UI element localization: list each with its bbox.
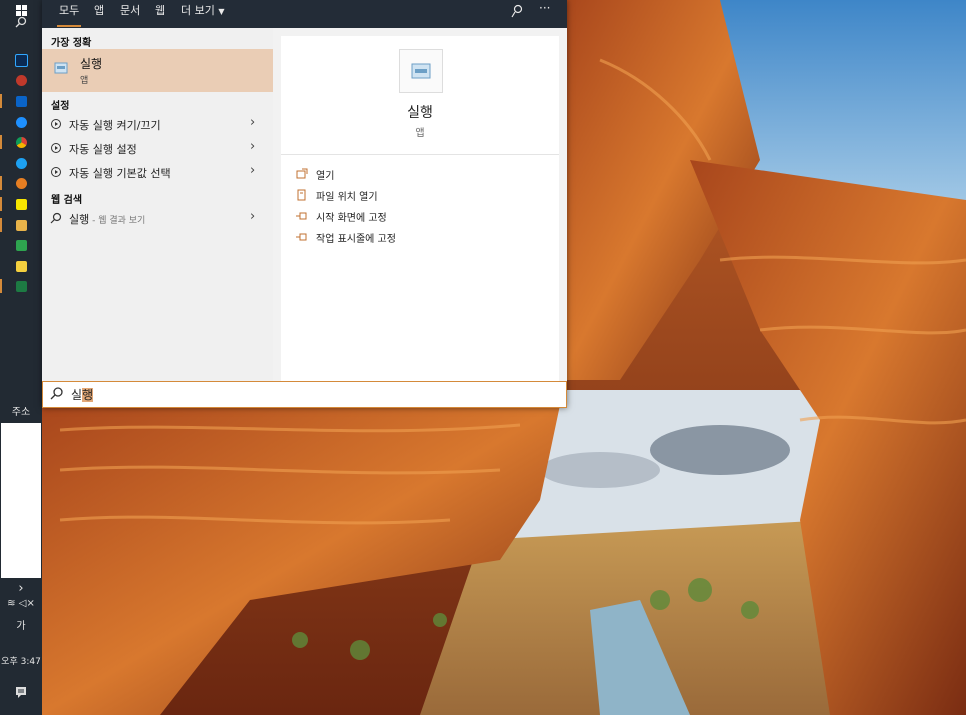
settings-item-autoplay-defaults[interactable]: 자동 실행 기본값 선택 › [42,162,273,184]
chevron-right-icon: › [250,115,256,130]
sticky-notes-icon [15,260,27,272]
divider [281,154,559,155]
autoplay-icon [51,167,61,177]
wifi-icon: ≋ [7,598,16,609]
ime-indicator[interactable]: 가 [0,617,42,632]
tab-more-label: 더 보기 [181,4,215,17]
taskbar-app-kakaotalk[interactable] [0,194,42,214]
folder-icon [15,219,27,231]
twitter-icon [15,157,27,169]
search-icon [15,16,27,28]
web-search-item[interactable]: 실행 - 웹 결과 보기 › [42,208,273,230]
settings-item-label: 자동 실행 설정 [69,143,137,156]
settings-item-label: 자동 실행 켜기/끄기 [69,119,161,132]
chrome-icon [15,136,27,148]
search-typed-text: 실 [71,388,83,402]
search-menu: 모두 앱 문서 웹 더 보기 ▼ ··· 가장 정확 실행 앱 설정 자동 실행… [42,0,567,408]
photoshop-icon [14,53,28,67]
file-location-icon [297,189,306,201]
autoplay-icon [51,119,61,129]
address-toolbar-label: 주소 [11,407,31,418]
search-input[interactable]: 실행 [71,386,94,403]
hwp-icon [15,239,27,251]
taskbar-app-photoshop[interactable] [0,50,42,70]
best-match-subtitle: 앱 [80,76,89,86]
chevron-right-icon: › [250,163,256,178]
internet-explorer-icon [15,116,27,128]
open-icon [296,168,308,179]
web-search-suffix: - 웹 결과 보기 [89,216,146,226]
settings-item-autoplay-settings[interactable]: 자동 실행 설정 › [42,138,273,160]
taskbar-app-explorer[interactable] [0,215,42,235]
search-tabs: 모두 앱 문서 웹 더 보기 ▼ ··· [42,0,567,28]
more-icon[interactable]: ··· [539,1,550,15]
action-label: 시작 화면에 고정 [316,213,387,224]
web-search-query: 실행 [69,213,90,226]
tab-documents[interactable]: 문서 [120,0,140,28]
taskbar-app-sticky[interactable] [0,256,42,276]
feedback-icon[interactable] [510,4,524,18]
address-input[interactable] [1,423,41,578]
taskbar-search-button[interactable] [0,12,42,32]
outlook-icon [15,95,27,107]
search-autocomplete-text: 행 [82,388,94,402]
best-match-title: 실행 [80,57,103,71]
action-label: 작업 표시줄에 고정 [316,234,396,245]
run-app-icon [54,62,68,74]
chevron-right-icon: › [250,139,256,154]
tray-expand-chevron-icon[interactable]: › [0,581,42,596]
taskbar-app-outlook[interactable] [0,91,42,111]
tab-apps[interactable]: 앱 [94,0,104,28]
best-match-item[interactable]: 실행 앱 [42,49,273,92]
app-icon [15,74,27,86]
action-center-button[interactable] [0,686,42,701]
notification-icon [16,687,26,698]
detail-app-tile [399,49,443,93]
best-match-header: 가장 정확 [51,38,92,49]
settings-item-autoplay-toggle[interactable]: 자동 실행 켜기/끄기 › [42,114,273,136]
autoplay-icon [51,143,61,153]
tab-web[interactable]: 웹 [155,0,165,28]
chevron-down-icon: ▼ [218,7,225,16]
chat-icon [15,198,27,210]
tray-network-volume[interactable]: ≋ ◁× [0,598,42,609]
settings-header: 설정 [51,101,70,112]
detail-subtitle: 앱 [415,128,425,139]
pin-icon [296,212,307,220]
tab-all[interactable]: 모두 [56,0,82,28]
magnifier-app-icon [15,177,27,189]
taskbar-app-excel[interactable] [0,276,42,296]
taskbar-app-2[interactable] [0,70,42,90]
taskbar: 주소 › ≋ ◁× 가 오후 3:47 [0,0,42,715]
detail-pane: 실행 앱 열기 파일 위치 열기 시작 화면에 고정 작업 표시줄에 고정 [281,36,559,381]
volume-muted-icon: ◁× [18,598,35,609]
web-search-text: 실행 - 웹 결과 보기 [69,211,145,227]
settings-item-label: 자동 실행 기본값 선택 [69,167,171,180]
results-list: 가장 정확 실행 앱 설정 자동 실행 켜기/끄기 › 자동 실행 설정 › 자… [42,28,273,381]
taskbar-app-twitter[interactable] [0,153,42,173]
run-app-icon [411,63,431,79]
search-box[interactable]: 실행 [42,381,567,408]
excel-icon [15,280,27,292]
search-icon [50,387,63,400]
pin-icon [296,233,307,241]
action-label: 열기 [316,171,335,182]
taskbar-app-search[interactable] [0,173,42,193]
web-search-header: 웹 검색 [51,195,83,206]
detail-title: 실행 [407,105,433,121]
taskbar-app-ie[interactable] [0,112,42,132]
taskbar-app-chrome[interactable] [0,132,42,152]
clock[interactable]: 오후 3:47 [0,654,42,667]
taskbar-app-hwp[interactable] [0,235,42,255]
search-icon [50,212,62,224]
chevron-right-icon: › [250,209,256,224]
action-label: 파일 위치 열기 [316,192,378,203]
tab-more[interactable]: 더 보기 ▼ [181,0,225,28]
